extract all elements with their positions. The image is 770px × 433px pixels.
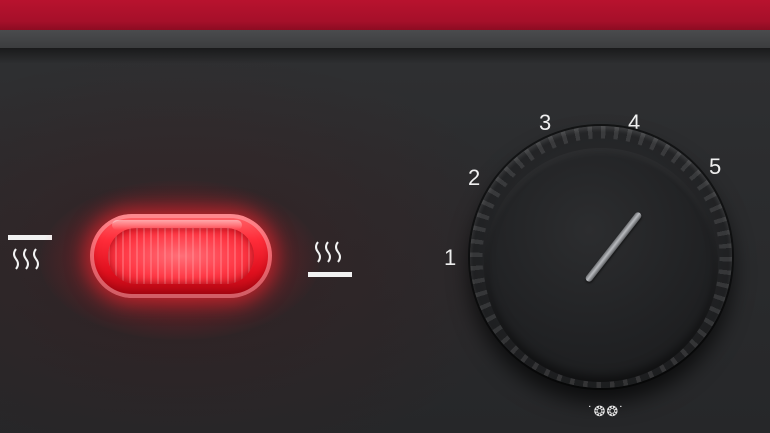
trim-shadow: [0, 48, 770, 64]
lamp-lens: [108, 228, 254, 284]
indicator-lamp: [90, 214, 272, 298]
dial-label-5: 5: [709, 154, 722, 179]
trim-band: [0, 30, 770, 48]
dial-label-3: 3: [539, 110, 552, 135]
defrost-icon: ˙❂❂˙: [588, 403, 625, 419]
oven-control-panel: 1 2 3 4 5 ˙❂❂˙: [0, 0, 770, 433]
top-red-strip: [0, 0, 770, 30]
bottom-heat-icon: [308, 238, 354, 284]
dial-label-1: 1: [444, 245, 457, 270]
temperature-knob[interactable]: [470, 126, 732, 388]
dial-label-2: 2: [468, 165, 481, 190]
lamp-shine: [112, 220, 242, 230]
